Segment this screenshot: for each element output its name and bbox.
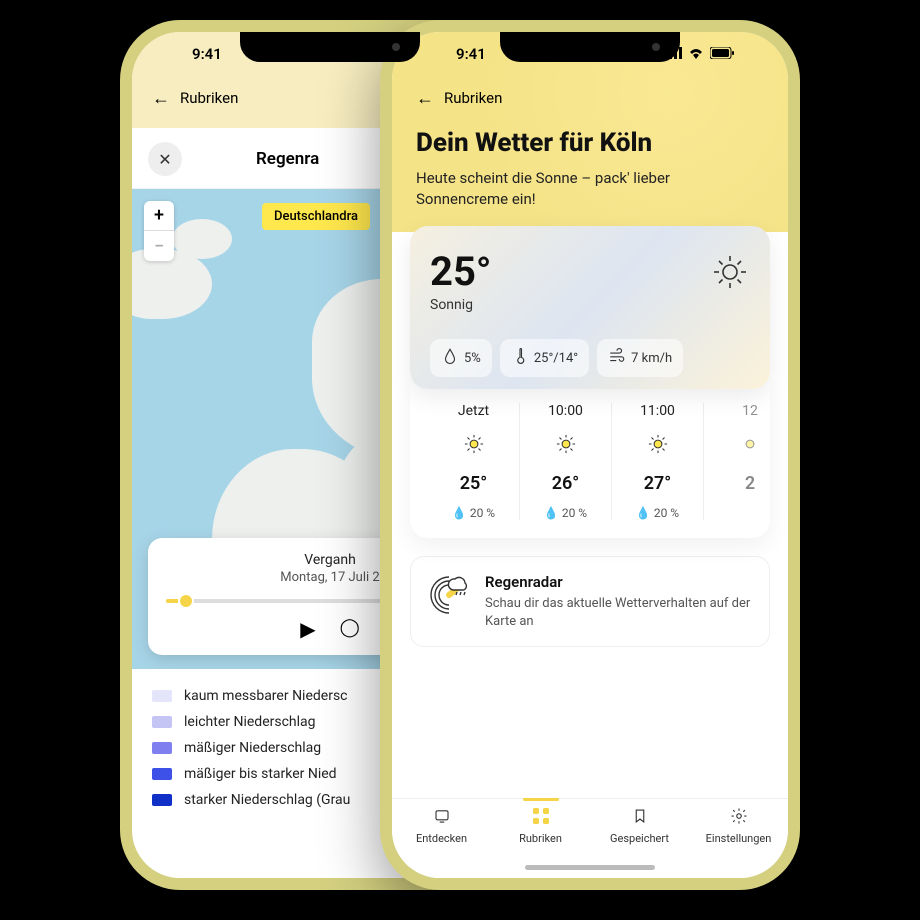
discover-icon <box>433 807 451 828</box>
radar-card[interactable]: Regenradar Schau dir das aktuelle Wetter… <box>410 556 770 647</box>
drop-icon <box>441 347 459 369</box>
tab-bar: Entdecken Rubriken Gespeichert Einstellu… <box>392 798 788 878</box>
bookmark-icon <box>631 807 649 828</box>
precip-pill: 5% <box>430 339 492 377</box>
zoom-controls: + − <box>144 201 174 261</box>
slider-thumb[interactable] <box>178 593 194 609</box>
hour-item: Jetzt 25° 💧20 % <box>428 403 520 520</box>
gear-icon <box>730 807 748 828</box>
phone-front: 9:41 ← Rubriken Dein Wetter für Kö <box>380 20 800 890</box>
hourly-forecast[interactable]: Jetzt 25° 💧20 % 10:00 26° 💧20 % 11:00 27… <box>410 383 770 538</box>
tab-entdecken[interactable]: Entdecken <box>392 807 491 878</box>
drop-icon: 💧 <box>544 506 559 520</box>
sun-icon <box>710 252 750 296</box>
tab-einstellungen[interactable]: Einstellungen <box>689 807 788 878</box>
legend-swatch <box>152 690 172 702</box>
status-time: 9:41 <box>192 45 222 63</box>
radar-title: Regenradar <box>485 573 753 591</box>
temp-range-pill: 25°/14° <box>500 339 589 377</box>
sun-icon <box>645 431 671 461</box>
home-indicator <box>525 865 655 870</box>
refresh-button[interactable]: ◯ <box>340 617 360 641</box>
sheet-title: Regenra <box>256 149 319 169</box>
back-icon[interactable]: ← <box>416 88 434 109</box>
thermometer-icon <box>511 347 529 369</box>
wind-pill: 7 km/h <box>597 339 683 377</box>
radar-subtitle: Schau dir das aktuelle Wetterverhalten a… <box>485 595 753 630</box>
drop-icon: 💧 <box>452 506 467 520</box>
back-icon[interactable]: ← <box>152 88 170 109</box>
notch <box>500 32 680 62</box>
weather-card: 25° Sonnig 5% 25°/14° <box>410 226 770 389</box>
map-tag[interactable]: Deutschlandra <box>262 203 370 230</box>
hour-item: 10:00 26° 💧20 % <box>520 403 612 520</box>
zoom-in-button[interactable]: + <box>144 201 174 231</box>
radar-icon <box>427 573 471 621</box>
drop-icon: 💧 <box>636 506 651 520</box>
play-button[interactable]: ▶ <box>300 617 315 641</box>
current-condition: Sonnig <box>430 297 491 313</box>
nav-label[interactable]: Rubriken <box>180 89 238 107</box>
sun-icon <box>553 431 579 461</box>
hour-item: 11:00 27° 💧20 % <box>612 403 704 520</box>
page-title: Dein Wetter für Köln <box>416 128 764 158</box>
grid-icon <box>532 807 550 828</box>
notch <box>240 32 420 62</box>
subtitle: Heute scheint die Sonne – pack' lieber S… <box>416 168 764 210</box>
hour-item: 12 2 <box>704 403 770 520</box>
sun-icon <box>461 431 487 461</box>
battery-icon <box>710 45 734 63</box>
wind-icon <box>608 347 626 369</box>
current-temperature: 25° <box>430 248 491 295</box>
close-button[interactable]: ✕ <box>148 142 182 176</box>
wifi-icon <box>688 45 704 63</box>
sun-icon <box>737 431 763 461</box>
status-time: 9:41 <box>456 45 486 63</box>
zoom-out-button[interactable]: − <box>144 231 174 261</box>
nav-label[interactable]: Rubriken <box>444 89 502 107</box>
